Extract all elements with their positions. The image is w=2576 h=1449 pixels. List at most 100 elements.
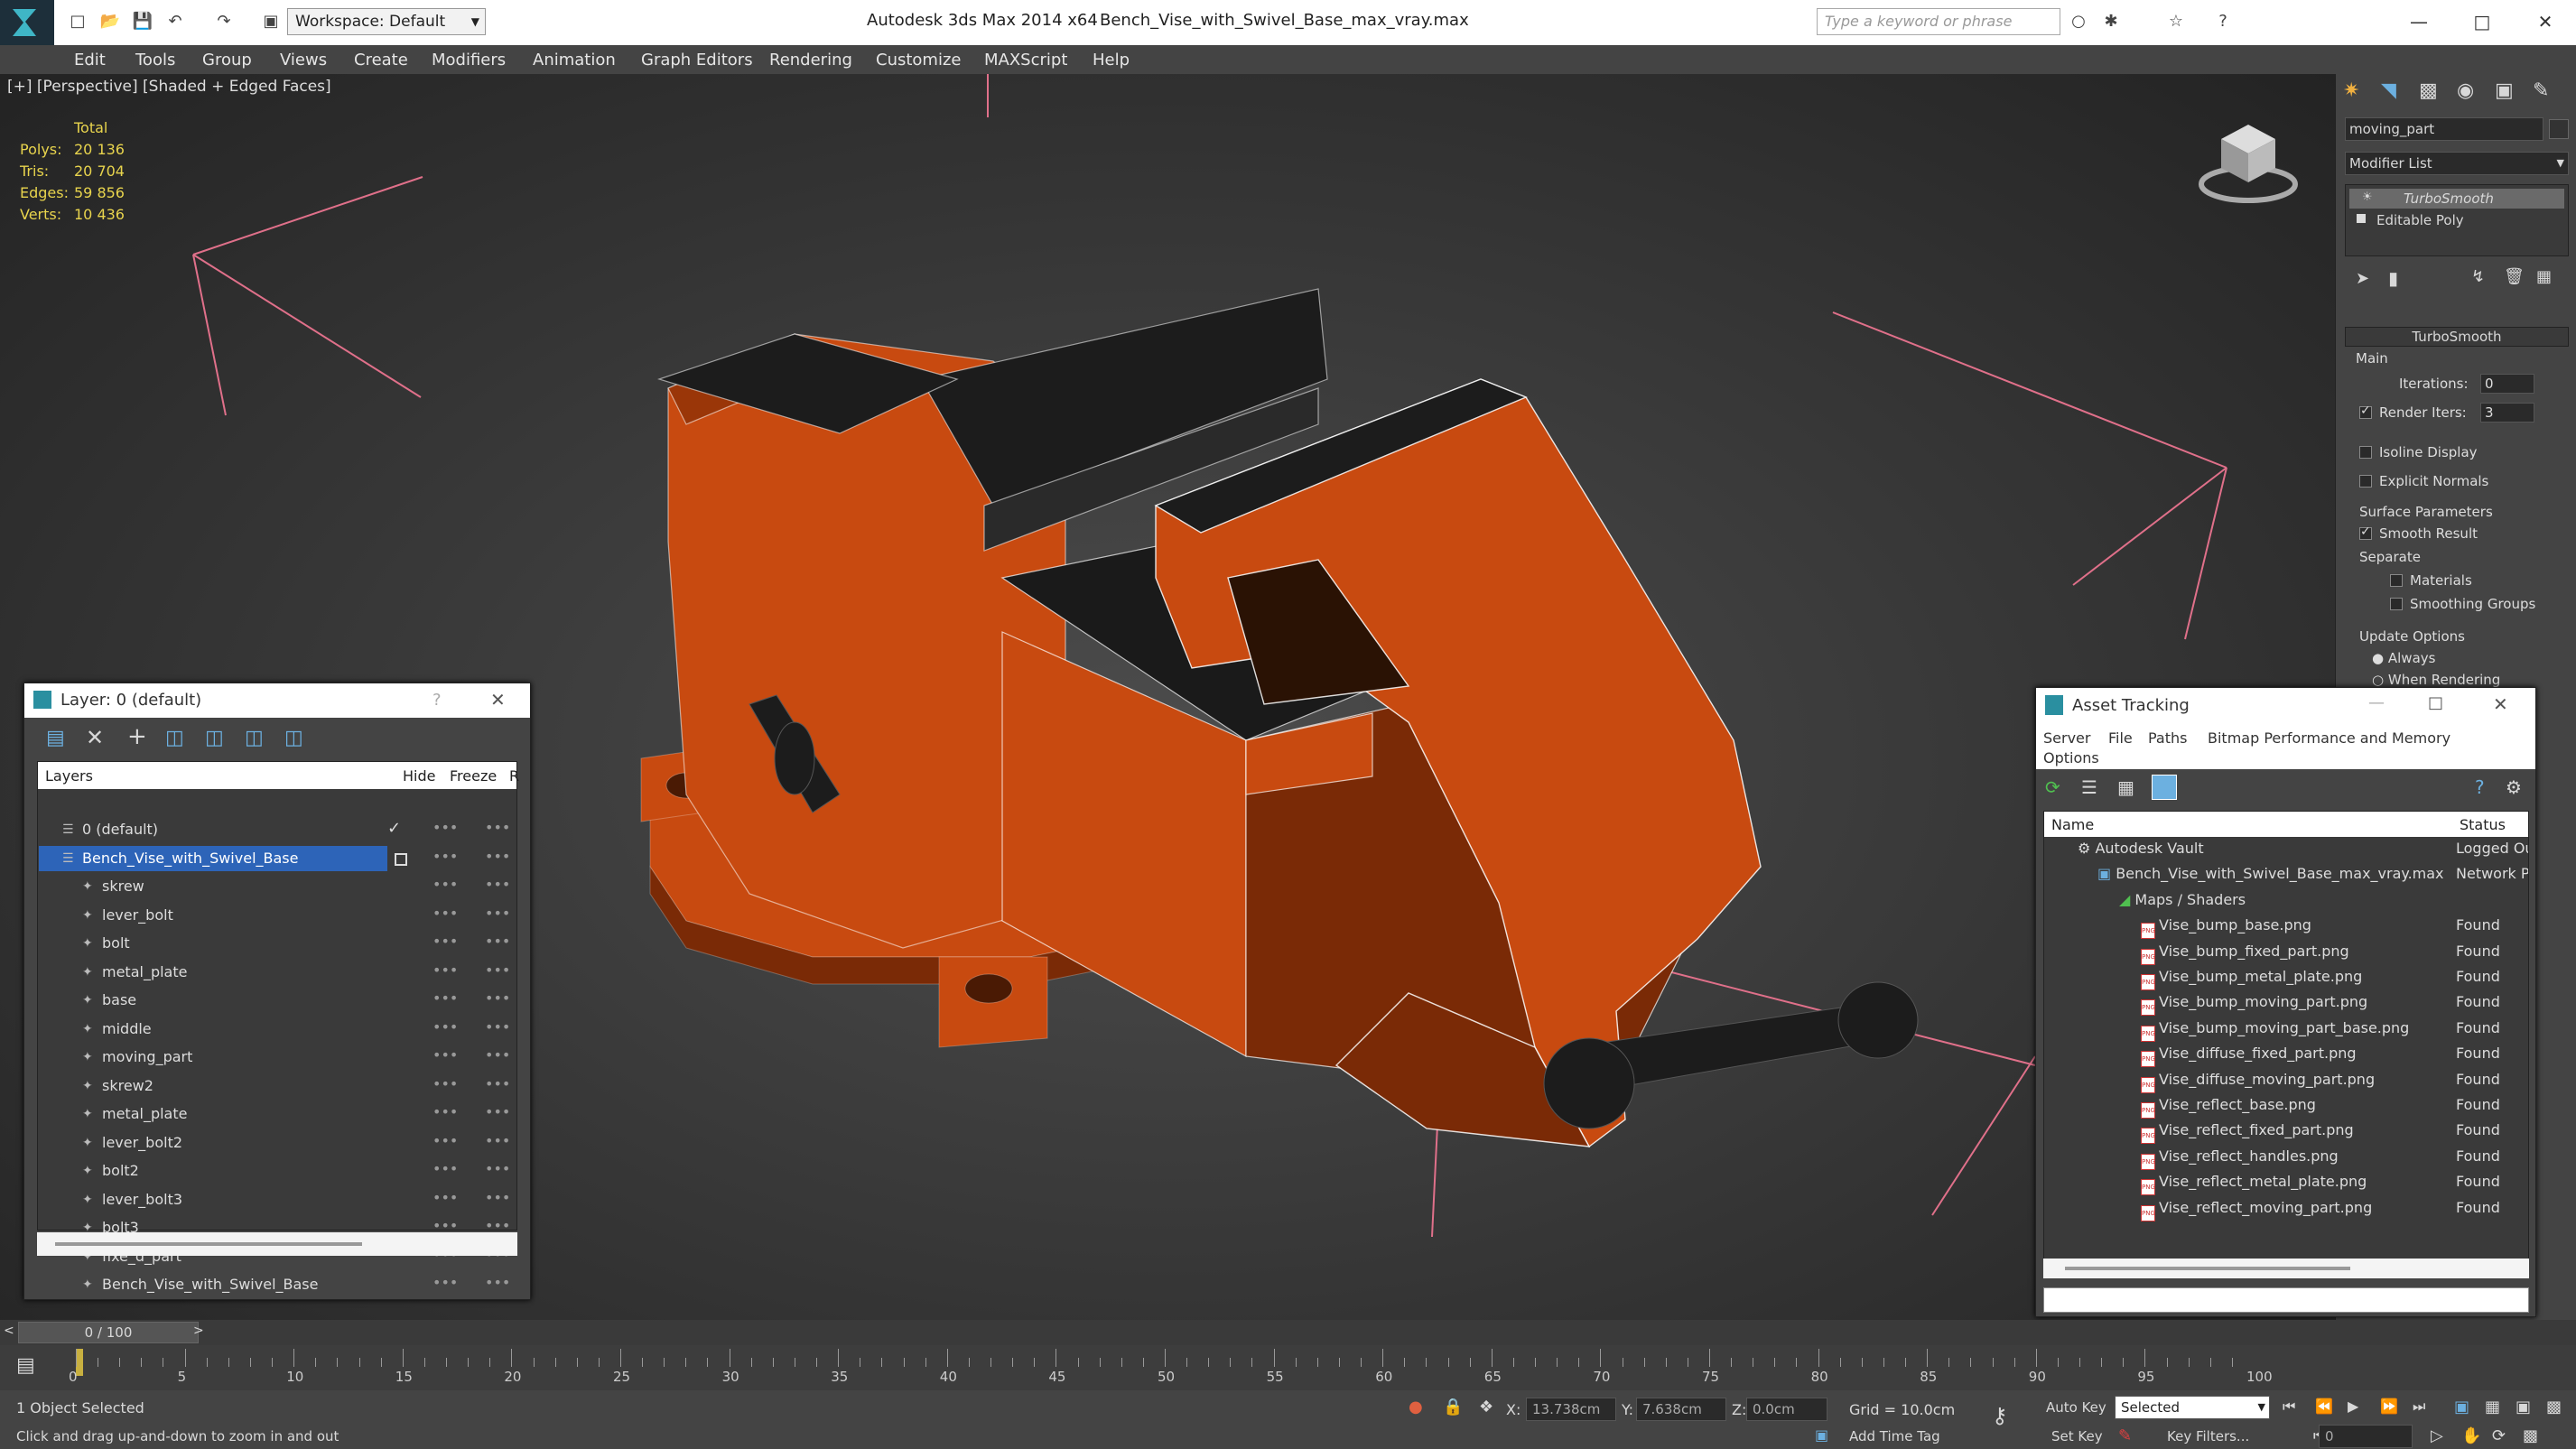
col-layers[interactable]: Layers: [45, 767, 93, 785]
hide-toggle[interactable]: •••: [432, 819, 458, 836]
hide-toggle[interactable]: •••: [432, 1132, 458, 1149]
layer-scrollbar[interactable]: [37, 1232, 517, 1256]
binoculars-icon[interactable]: ○: [2068, 11, 2089, 33]
go-to-end-icon[interactable]: ⏭: [2413, 1398, 2425, 1416]
layer-row[interactable]: ☰ 0 (default) ••• ••• ✓: [39, 817, 517, 842]
next-frame-arrow-icon[interactable]: >: [193, 1324, 204, 1338]
freeze-all-icon[interactable]: ◫: [284, 727, 303, 749]
col-hide[interactable]: Hide: [403, 767, 435, 785]
stack-item-editable-poly[interactable]: Editable Poly: [2349, 210, 2564, 230]
pan-icon[interactable]: ✋: [2461, 1426, 2481, 1445]
layer-row[interactable]: ✦ moving_part ••• •••: [39, 1045, 517, 1070]
menu-animation[interactable]: Animation: [533, 51, 616, 70]
layer-row[interactable]: ✦ base ••• •••: [39, 988, 517, 1013]
hide-toggle[interactable]: •••: [432, 1189, 458, 1206]
asset-row[interactable]: PNG Vise_diffuse_moving_part.png Found: [2043, 1067, 2529, 1093]
freeze-toggle[interactable]: •••: [485, 876, 510, 893]
layer-row[interactable]: ✦ skrew ••• •••: [39, 874, 517, 899]
hide-toggle[interactable]: •••: [432, 905, 458, 922]
freeze-toggle[interactable]: •••: [485, 933, 510, 950]
hide-toggle[interactable]: •••: [432, 1046, 458, 1064]
next-frame-icon[interactable]: ⏩: [2380, 1398, 2398, 1415]
hide-toggle[interactable]: •••: [432, 989, 458, 1007]
explicit-normals-checkbox[interactable]: Explicit Normals: [2359, 473, 2488, 489]
project-folder-icon[interactable]: ▣: [260, 11, 282, 33]
hide-toggle[interactable]: •••: [432, 1160, 458, 1177]
create-tab-icon[interactable]: ✷: [2343, 79, 2359, 102]
asset-row[interactable]: ▣ Bench_Vise_with_Swivel_Base_max_vray.m…: [2043, 861, 2529, 887]
freeze-toggle[interactable]: •••: [485, 989, 510, 1007]
col-render[interactable]: R: [509, 767, 519, 785]
field-of-view-icon[interactable]: ▷: [2431, 1426, 2443, 1445]
current-frame-field[interactable]: 0: [2319, 1425, 2413, 1448]
freeze-toggle[interactable]: •••: [485, 961, 510, 979]
menu-tools[interactable]: Tools: [135, 51, 175, 70]
asset-row[interactable]: PNG Vise_reflect_metal_plate.png Found: [2043, 1169, 2529, 1196]
layer-row[interactable]: ✦ lever_bolt2 ••• •••: [39, 1130, 517, 1156]
freeze-toggle[interactable]: •••: [485, 819, 510, 836]
asset-window-titlebar[interactable]: Asset Tracking — □ ✕: [2036, 688, 2535, 724]
smooth-result-checkbox[interactable]: Smooth Result: [2359, 525, 2478, 542]
track-bar[interactable]: ▤ 0 5 10 15 20 25 30 35 40 45 50 55 60 65 70 75 80 85 90 95…: [0, 1345, 2576, 1390]
show-end-result-icon[interactable]: ▮: [2388, 267, 2398, 289]
new-file-icon[interactable]: □: [67, 11, 88, 33]
menu-help[interactable]: Help: [1093, 51, 1130, 70]
highlight-selected-icon[interactable]: ◫: [205, 727, 224, 749]
workspace-dropdown[interactable]: Workspace: Default ▼: [287, 8, 486, 35]
communication-icon[interactable]: ✱: [2100, 11, 2122, 33]
app-logo[interactable]: [0, 0, 54, 45]
freeze-toggle[interactable]: •••: [485, 1046, 510, 1064]
go-to-start-icon[interactable]: ⏮: [2283, 1398, 2295, 1416]
minimize-button[interactable]: —: [2368, 693, 2385, 712]
layer-explorer-window[interactable]: Layer: 0 (default) ? ✕ ▤ ✕ + ◫ ◫ ◫ ◫ Lay…: [23, 683, 531, 1300]
time-tag-icon[interactable]: ▣: [1815, 1426, 1828, 1444]
layer-row[interactable]: ✦ lever_bolt ••• •••: [39, 903, 517, 928]
hide-toggle[interactable]: •••: [432, 848, 458, 865]
scroll-thumb[interactable]: [55, 1242, 362, 1246]
modify-tab-icon[interactable]: ◥: [2381, 79, 2396, 102]
smoothing-groups-checkbox[interactable]: Smoothing Groups: [2390, 596, 2535, 612]
zoom-icon[interactable]: ▣: [2454, 1398, 2469, 1416]
always-radio[interactable]: ● Always: [2372, 650, 2435, 666]
menu-graph-editors[interactable]: Graph Editors: [641, 51, 753, 70]
asset-row[interactable]: ⚙ Autodesk Vault Logged Ou: [2043, 836, 2529, 861]
asset-scrollbar[interactable]: [2043, 1259, 2529, 1278]
menu-options[interactable]: Options: [2043, 749, 2099, 766]
auto-key-button[interactable]: Auto Key: [2046, 1399, 2106, 1416]
asset-row[interactable]: ◢ Maps / Shaders: [2043, 887, 2529, 913]
stack-item-turbosmooth[interactable]: TurboSmooth: [2349, 189, 2564, 209]
display-tab-icon[interactable]: ▣: [2495, 79, 2514, 102]
select-objects-icon[interactable]: ◫: [165, 727, 184, 749]
menu-edit[interactable]: Edit: [74, 51, 106, 70]
hide-toggle[interactable]: •••: [432, 876, 458, 893]
menu-maxscript[interactable]: MAXScript: [984, 51, 1067, 70]
save-file-icon[interactable]: 💾: [132, 11, 153, 33]
layer-row[interactable]: ✦ bolt ••• •••: [39, 931, 517, 956]
help-icon[interactable]: ?: [2212, 11, 2234, 33]
redo-icon[interactable]: ↷: [213, 11, 235, 33]
settings-icon[interactable]: ⚙: [2506, 776, 2522, 798]
menu-customize[interactable]: Customize: [876, 51, 961, 70]
delete-layer-icon[interactable]: ✕: [86, 725, 104, 750]
layer-window-titlebar[interactable]: Layer: 0 (default) ? ✕: [24, 683, 530, 718]
layer-row[interactable]: ✦ Bench_Vise_with_Swivel_Base ••• •••: [39, 1272, 517, 1297]
asset-row[interactable]: PNG Vise_reflect_handles.png Found: [2043, 1144, 2529, 1170]
current-layer-box-icon[interactable]: [395, 852, 407, 866]
maximize-toggle-icon[interactable]: ▩: [2523, 1426, 2538, 1445]
hide-all-icon[interactable]: ◫: [245, 727, 264, 749]
motion-tab-icon[interactable]: ◉: [2457, 79, 2474, 102]
freeze-toggle[interactable]: •••: [485, 1132, 510, 1149]
isolate-icon[interactable]: ●: [1409, 1398, 1423, 1416]
asset-row[interactable]: PNG Vise_bump_moving_part.png Found: [2043, 989, 2529, 1017]
hide-toggle[interactable]: •••: [432, 1103, 458, 1120]
freeze-toggle[interactable]: •••: [485, 1160, 510, 1177]
asset-row[interactable]: PNG Vise_bump_moving_part_base.png Found: [2043, 1016, 2529, 1042]
refresh-icon[interactable]: ⟳: [2045, 776, 2060, 798]
pin-stack-icon[interactable]: ➤: [2356, 269, 2369, 288]
when-rendering-radio[interactable]: ○ When Rendering: [2372, 672, 2500, 688]
asset-row[interactable]: PNG Vise_reflect_moving_part.png Found: [2043, 1195, 2529, 1221]
col-status[interactable]: Status: [2460, 816, 2506, 833]
help-button[interactable]: ?: [432, 691, 442, 710]
col-name[interactable]: Name: [2051, 816, 2094, 833]
object-color-swatch[interactable]: [2549, 119, 2569, 139]
